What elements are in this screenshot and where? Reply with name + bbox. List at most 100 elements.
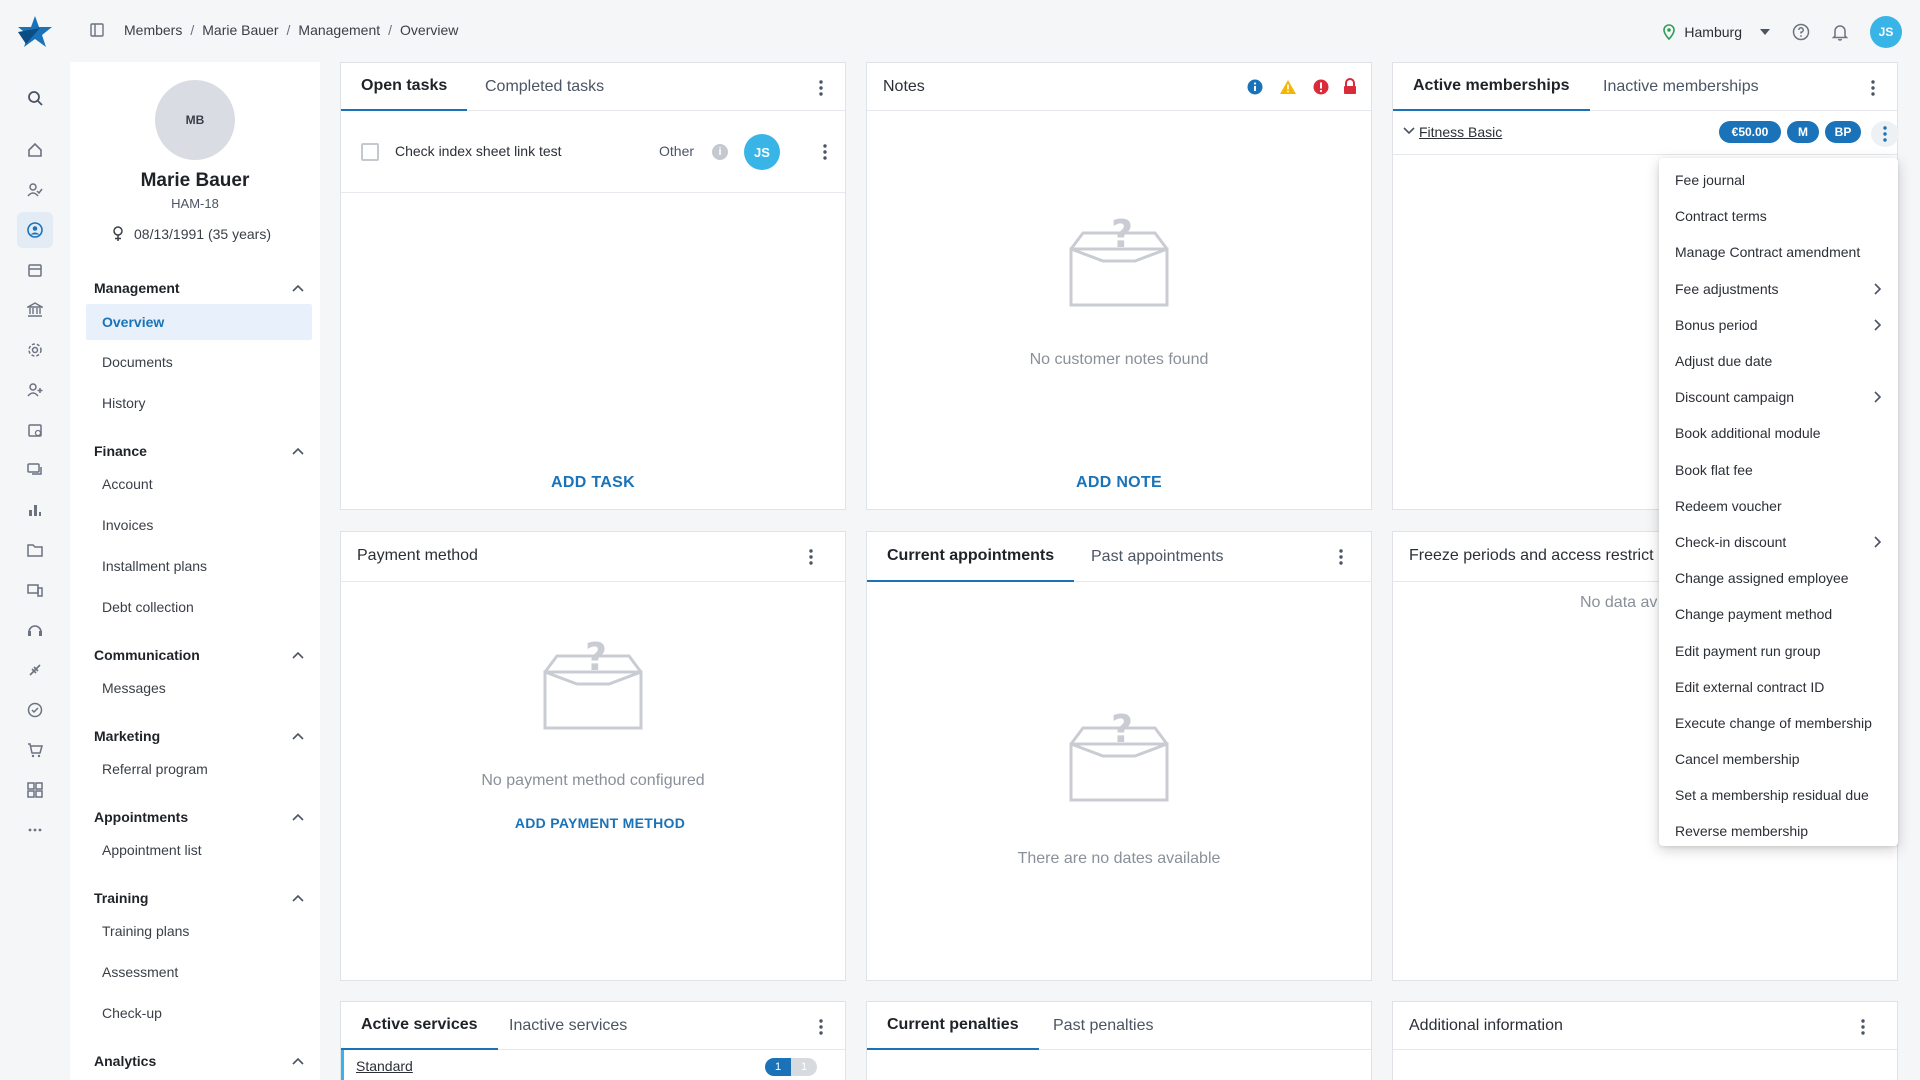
nav-item-documents[interactable]: Documents [86, 344, 312, 380]
devices-icon[interactable] [17, 572, 53, 608]
add-user-icon[interactable] [17, 372, 53, 408]
menu-item[interactable]: Book additional module [1659, 415, 1898, 451]
nav-item-check-up[interactable]: Check-up [86, 995, 312, 1031]
menu-item[interactable]: Change payment method [1659, 596, 1898, 632]
nav-section-training[interactable]: Training [94, 890, 304, 906]
menu-item[interactable]: Book flat fee [1659, 452, 1898, 488]
nav-item-account[interactable]: Account [86, 466, 312, 502]
nav-item-training-plans[interactable]: Training plans [86, 913, 312, 949]
bank-icon[interactable] [17, 292, 53, 328]
more-vert-icon[interactable] [811, 1016, 831, 1038]
nav-item-history[interactable]: History [86, 385, 312, 421]
nav-item-appointment-list[interactable]: Appointment list [86, 832, 312, 868]
chevron-down-icon[interactable] [1403, 127, 1415, 135]
error-filter-icon[interactable] [1313, 79, 1329, 95]
menu-item[interactable]: Edit payment run group [1659, 632, 1898, 668]
cart-icon[interactable] [17, 732, 53, 768]
menu-item[interactable]: Manage Contract amendment [1659, 234, 1898, 270]
menu-item[interactable]: Fee journal [1659, 162, 1898, 198]
nav-section-appointments[interactable]: Appointments [94, 809, 304, 825]
app-logo-icon[interactable] [16, 14, 54, 50]
task-title[interactable]: Check index sheet link test [395, 143, 562, 159]
membership-more-vert-icon[interactable] [1871, 121, 1899, 147]
tab-past-penalties[interactable]: Past penalties [1033, 1002, 1174, 1050]
schedule-icon[interactable] [17, 412, 53, 448]
breadcrumb-member[interactable]: Marie Bauer [202, 22, 278, 38]
task-info-icon[interactable]: i [712, 144, 728, 160]
task-row[interactable]: Check index sheet link test Other i JS [341, 111, 845, 193]
menu-item[interactable]: Fee adjustments [1659, 271, 1898, 307]
search-icon[interactable] [17, 80, 53, 116]
nav-section-management[interactable]: Management [94, 280, 304, 296]
nav-item-assessment[interactable]: Assessment [86, 954, 312, 990]
lock-filter-icon[interactable] [1343, 78, 1357, 95]
more-vert-icon[interactable] [801, 546, 821, 568]
checkin-icon[interactable] [17, 172, 53, 208]
menu-item[interactable]: Set a membership residual due [1659, 777, 1898, 813]
tab-open-tasks[interactable]: Open tasks [341, 63, 468, 111]
task-assignee-avatar[interactable]: JS [744, 134, 780, 170]
tab-current-penalties[interactable]: Current penalties [867, 1002, 1039, 1050]
menu-item[interactable]: Check-in discount [1659, 524, 1898, 560]
menu-item[interactable]: Change assigned employee [1659, 560, 1898, 596]
breadcrumb-members[interactable]: Members [124, 22, 182, 38]
chat-icon[interactable] [17, 452, 53, 488]
check-circle-icon[interactable] [17, 692, 53, 728]
support-icon[interactable] [17, 612, 53, 648]
more-vert-icon[interactable] [1863, 77, 1883, 99]
warning-filter-icon[interactable] [1279, 79, 1297, 95]
service-row[interactable]: Standard 1 1 [341, 1050, 845, 1080]
nav-item-invoices[interactable]: Invoices [86, 507, 312, 543]
menu-item[interactable]: Redeem voucher [1659, 488, 1898, 524]
tab-inactive-memberships[interactable]: Inactive memberships [1583, 63, 1779, 111]
nav-item-overview[interactable]: Overview [86, 304, 312, 340]
breadcrumb-management[interactable]: Management [298, 22, 380, 38]
analytics-icon[interactable] [17, 492, 53, 528]
studio-selector[interactable]: Hamburg [1662, 24, 1770, 40]
nav-section-analytics[interactable]: Analytics [94, 1053, 304, 1069]
nav-item-installment-plans[interactable]: Installment plans [86, 548, 312, 584]
nav-item-debt-collection[interactable]: Debt collection [86, 589, 312, 625]
menu-item[interactable]: Reverse membership [1659, 813, 1898, 849]
help-icon[interactable] [1792, 23, 1810, 41]
more-vert-icon[interactable] [815, 141, 835, 163]
info-filter-icon[interactable] [1247, 79, 1263, 95]
tab-current-appointments[interactable]: Current appointments [867, 532, 1075, 582]
menu-item[interactable]: Execute change of membership [1659, 705, 1898, 741]
nav-section-marketing[interactable]: Marketing [94, 728, 304, 744]
members-icon[interactable] [17, 212, 53, 248]
calendar-icon[interactable] [17, 252, 53, 288]
user-avatar[interactable]: JS [1870, 16, 1902, 48]
sidebar-toggle-icon[interactable] [90, 23, 104, 37]
settings-icon[interactable] [17, 332, 53, 368]
tab-active-services[interactable]: Active services [341, 1002, 498, 1050]
more-vert-icon[interactable] [1331, 546, 1351, 568]
nav-item-messages[interactable]: Messages [86, 670, 312, 706]
service-name-link[interactable]: Standard [356, 1058, 413, 1074]
menu-item[interactable]: Discount campaign [1659, 379, 1898, 415]
notification-bell-icon[interactable] [1832, 23, 1848, 41]
menu-item[interactable]: Adjust due date [1659, 343, 1898, 379]
nav-section-finance[interactable]: Finance [94, 443, 304, 459]
add-payment-method-button[interactable]: ADD PAYMENT METHOD [355, 815, 845, 831]
add-task-button[interactable]: ADD TASK [341, 474, 845, 492]
tab-active-memberships[interactable]: Active memberships [1393, 63, 1590, 111]
membership-name-link[interactable]: Fitness Basic [1419, 124, 1502, 140]
menu-item[interactable]: Bonus period [1659, 307, 1898, 343]
menu-item[interactable]: Contract terms [1659, 198, 1898, 234]
tab-past-appointments[interactable]: Past appointments [1071, 532, 1244, 582]
tab-inactive-services[interactable]: Inactive services [489, 1002, 647, 1050]
task-checkbox[interactable] [361, 143, 379, 161]
nav-item-referral-program[interactable]: Referral program [86, 751, 312, 787]
more-icon[interactable] [17, 812, 53, 848]
apps-icon[interactable] [17, 772, 53, 808]
tab-completed-tasks[interactable]: Completed tasks [465, 63, 624, 111]
menu-item[interactable]: Edit external contract ID [1659, 669, 1898, 705]
add-note-button[interactable]: ADD NOTE [867, 474, 1371, 492]
more-vert-icon[interactable] [811, 77, 831, 99]
integrations-icon[interactable] [17, 652, 53, 688]
folder-icon[interactable] [17, 532, 53, 568]
menu-item[interactable]: Cancel membership [1659, 741, 1898, 777]
more-vert-icon[interactable] [1853, 1016, 1873, 1038]
nav-section-communication[interactable]: Communication [94, 647, 304, 663]
